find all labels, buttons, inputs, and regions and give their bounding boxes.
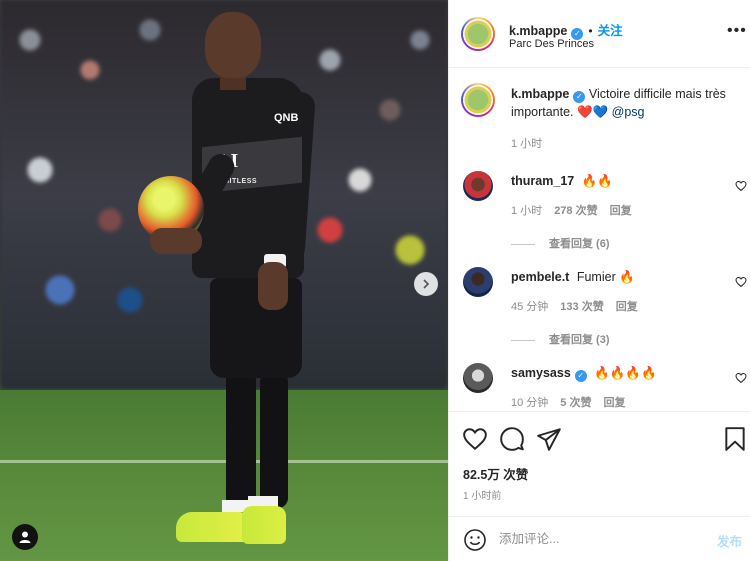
shorts [210,278,302,378]
post-comment-button[interactable]: 发布 [717,531,742,550]
likes-count[interactable]: 82.5万 次赞 [463,464,528,483]
comment-body: Fumier 🔥 [576,270,635,284]
verified-badge-icon: ✓ [573,91,586,103]
post-side-panel: k.mbappe ✓ • 关注 Parc Des Princes ••• k.mbap… [448,0,750,561]
verified-badge-icon: ✓ [574,370,587,382]
comment-text: pembele.t Fumier 🔥 [511,268,733,286]
right-leg [260,372,288,508]
bookmark-icon[interactable] [722,426,748,452]
post-header: k.mbappe ✓ • 关注 Parc Des Princes ••• [449,0,750,68]
share-icon[interactable] [536,426,562,452]
view-replies-button[interactable]: 查看回复 (6) [511,235,610,251]
comment-time[interactable]: 1 小时 [511,205,542,217]
left-boot [176,512,250,542]
comment-body: 🔥🔥🔥🔥 [594,366,657,380]
caption-time[interactable]: 1 小时 [511,135,542,151]
comment-composer: 发布 [449,516,750,561]
comment-text: thuram_17 🔥🔥 [511,172,733,190]
comments-list[interactable]: k.mbappe ✓ Victoire difficile mais très i… [449,69,750,411]
comment-avatar[interactable] [463,267,493,297]
view-replies-label: 查看回复 (6) [549,238,610,250]
more-options-button[interactable]: ••• [727,22,747,40]
right-boot [242,506,286,544]
comment-username[interactable]: samysass [511,366,571,380]
user-tag-button[interactable] [12,524,38,550]
chevron-right-icon [423,279,430,289]
replies-divider [511,339,535,341]
reply-button[interactable]: 回复 [610,205,632,217]
comment-text: samysass ✓ 🔥🔥🔥🔥 [511,364,733,382]
comment-likes[interactable]: 133 次赞 [560,301,603,313]
post-photo[interactable]: QNB AI LIMITLESS [0,0,448,561]
caption-text: k.mbappe ✓ Victoire difficile mais très i… [511,85,733,121]
post-location[interactable]: Parc Des Princes [509,38,594,50]
follow-button[interactable]: 关注 [598,24,623,38]
head [205,12,261,78]
comment-likes[interactable]: 5 次赞 [560,397,591,409]
comment-input[interactable] [499,527,699,551]
heart-icon[interactable] [462,426,488,452]
instagram-post-modal: QNB AI LIMITLESS k.mbappe ✓ • 关注 Parc Des P… [0,0,750,561]
reply-button[interactable]: 回复 [603,397,625,409]
author-line: k.mbappe ✓ • 关注 [509,20,623,40]
view-replies-button[interactable]: 查看回复 (3) [511,331,610,347]
comment-body: 🔥🔥 [581,174,613,188]
author-username[interactable]: k.mbappe [509,24,567,38]
reply-button[interactable]: 回复 [616,301,638,313]
player-figure: QNB AI LIMITLESS [130,0,330,561]
post-time[interactable]: 1 小时前 [463,487,501,502]
caption-author-avatar[interactable] [461,83,495,117]
heart-icon[interactable] [735,180,747,192]
shirt-sponsor: QNB [274,112,299,124]
comment-username[interactable]: pembele.t [511,270,569,284]
comment-meta: 10 分钟 5 次赞 回复 [511,394,637,410]
comment-username[interactable]: thuram_17 [511,174,574,188]
caption-emojis: ❤️💙 [577,105,609,119]
emoji-icon[interactable] [463,528,487,552]
comment-avatar[interactable] [463,171,493,201]
comment-time[interactable]: 45 分钟 [511,301,548,313]
separator-dot: • [588,24,593,38]
view-replies-label: 查看回复 (3) [549,334,610,346]
comment-meta: 45 分钟 133 次赞 回复 [511,298,650,314]
comment-meta: 1 小时 278 次赞 回复 [511,202,644,218]
author-avatar[interactable] [461,17,495,51]
caption-mention[interactable]: @psg [612,105,645,119]
left-hand [150,228,202,254]
comment-likes[interactable]: 278 次赞 [554,205,597,217]
comment-icon[interactable] [499,426,525,452]
right-hand [258,262,288,310]
user-tag-icon [19,531,31,543]
heart-icon[interactable] [735,372,747,384]
heart-icon[interactable] [735,276,747,288]
comment-avatar[interactable] [463,363,493,393]
replies-divider [511,243,535,245]
post-actions: 82.5万 次赞 1 小时前 [449,411,750,515]
caption-username[interactable]: k.mbappe [511,87,569,101]
comment-time[interactable]: 10 分钟 [511,397,548,409]
next-image-button[interactable] [414,272,438,296]
